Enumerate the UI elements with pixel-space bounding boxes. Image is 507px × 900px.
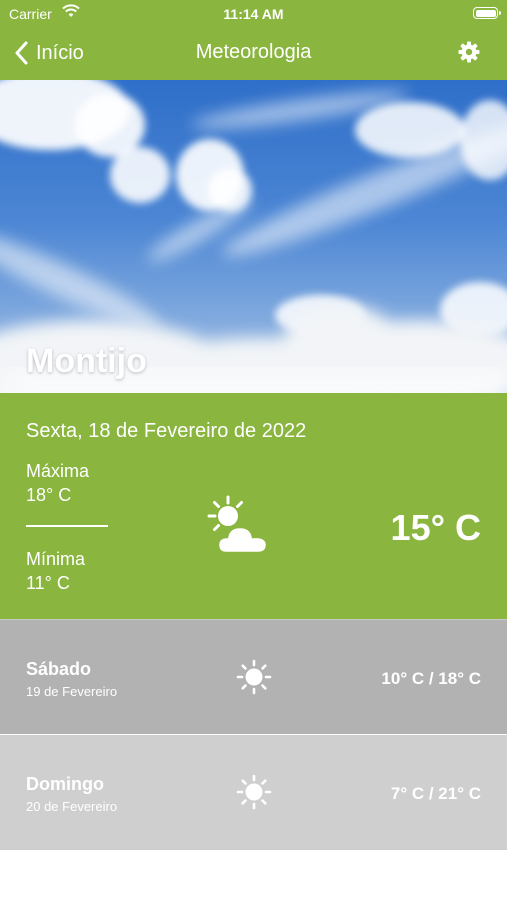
today-panel: Sexta, 18 de Fevereiro de 2022 Máxima 18… [0, 393, 507, 619]
temp-divider [26, 525, 108, 527]
forecast-day: Domingo [26, 774, 104, 794]
city-name: Montijo [26, 342, 147, 380]
battery-icon [473, 7, 501, 19]
city-hero-image: Montijo [0, 80, 507, 393]
status-time: 11:14 AM [223, 6, 284, 22]
forecast-row[interactable]: Sábado 19 de Fevereiro 10° C / 18° C [0, 619, 507, 734]
status-bar: Carrier 11:14 AM [0, 0, 507, 28]
current-temperature: 15° C [390, 507, 481, 548]
min-temp-value: 11° C [26, 573, 70, 593]
max-temp-label: Máxima [26, 461, 90, 481]
partly-cloudy-icon [207, 495, 269, 555]
sun-icon [236, 774, 272, 810]
navigation-bar: Início Meteorologia [0, 28, 507, 80]
forecast-temperature-range: 10° C / 18° C [381, 669, 481, 688]
today-date: Sexta, 18 de Fevereiro de 2022 [26, 420, 307, 442]
forecast-temperature-range: 7° C / 21° C [390, 784, 481, 803]
gear-icon[interactable] [457, 40, 481, 64]
forecast-date: 19 de Fevereiro [26, 684, 118, 699]
page-title: Meteorologia [195, 41, 312, 63]
forecast-row[interactable]: Domingo 20 de Fevereiro 7° C / 21° C [0, 735, 507, 850]
top-bar: Carrier 11:14 AM Início Meteorologia [0, 0, 507, 80]
forecast-day: Sábado [26, 659, 92, 679]
max-temp-value: 18° C [26, 485, 72, 505]
sun-icon [236, 659, 272, 695]
forecast-date: 20 de Fevereiro [26, 799, 118, 814]
min-temp-label: Mínima [26, 549, 86, 569]
